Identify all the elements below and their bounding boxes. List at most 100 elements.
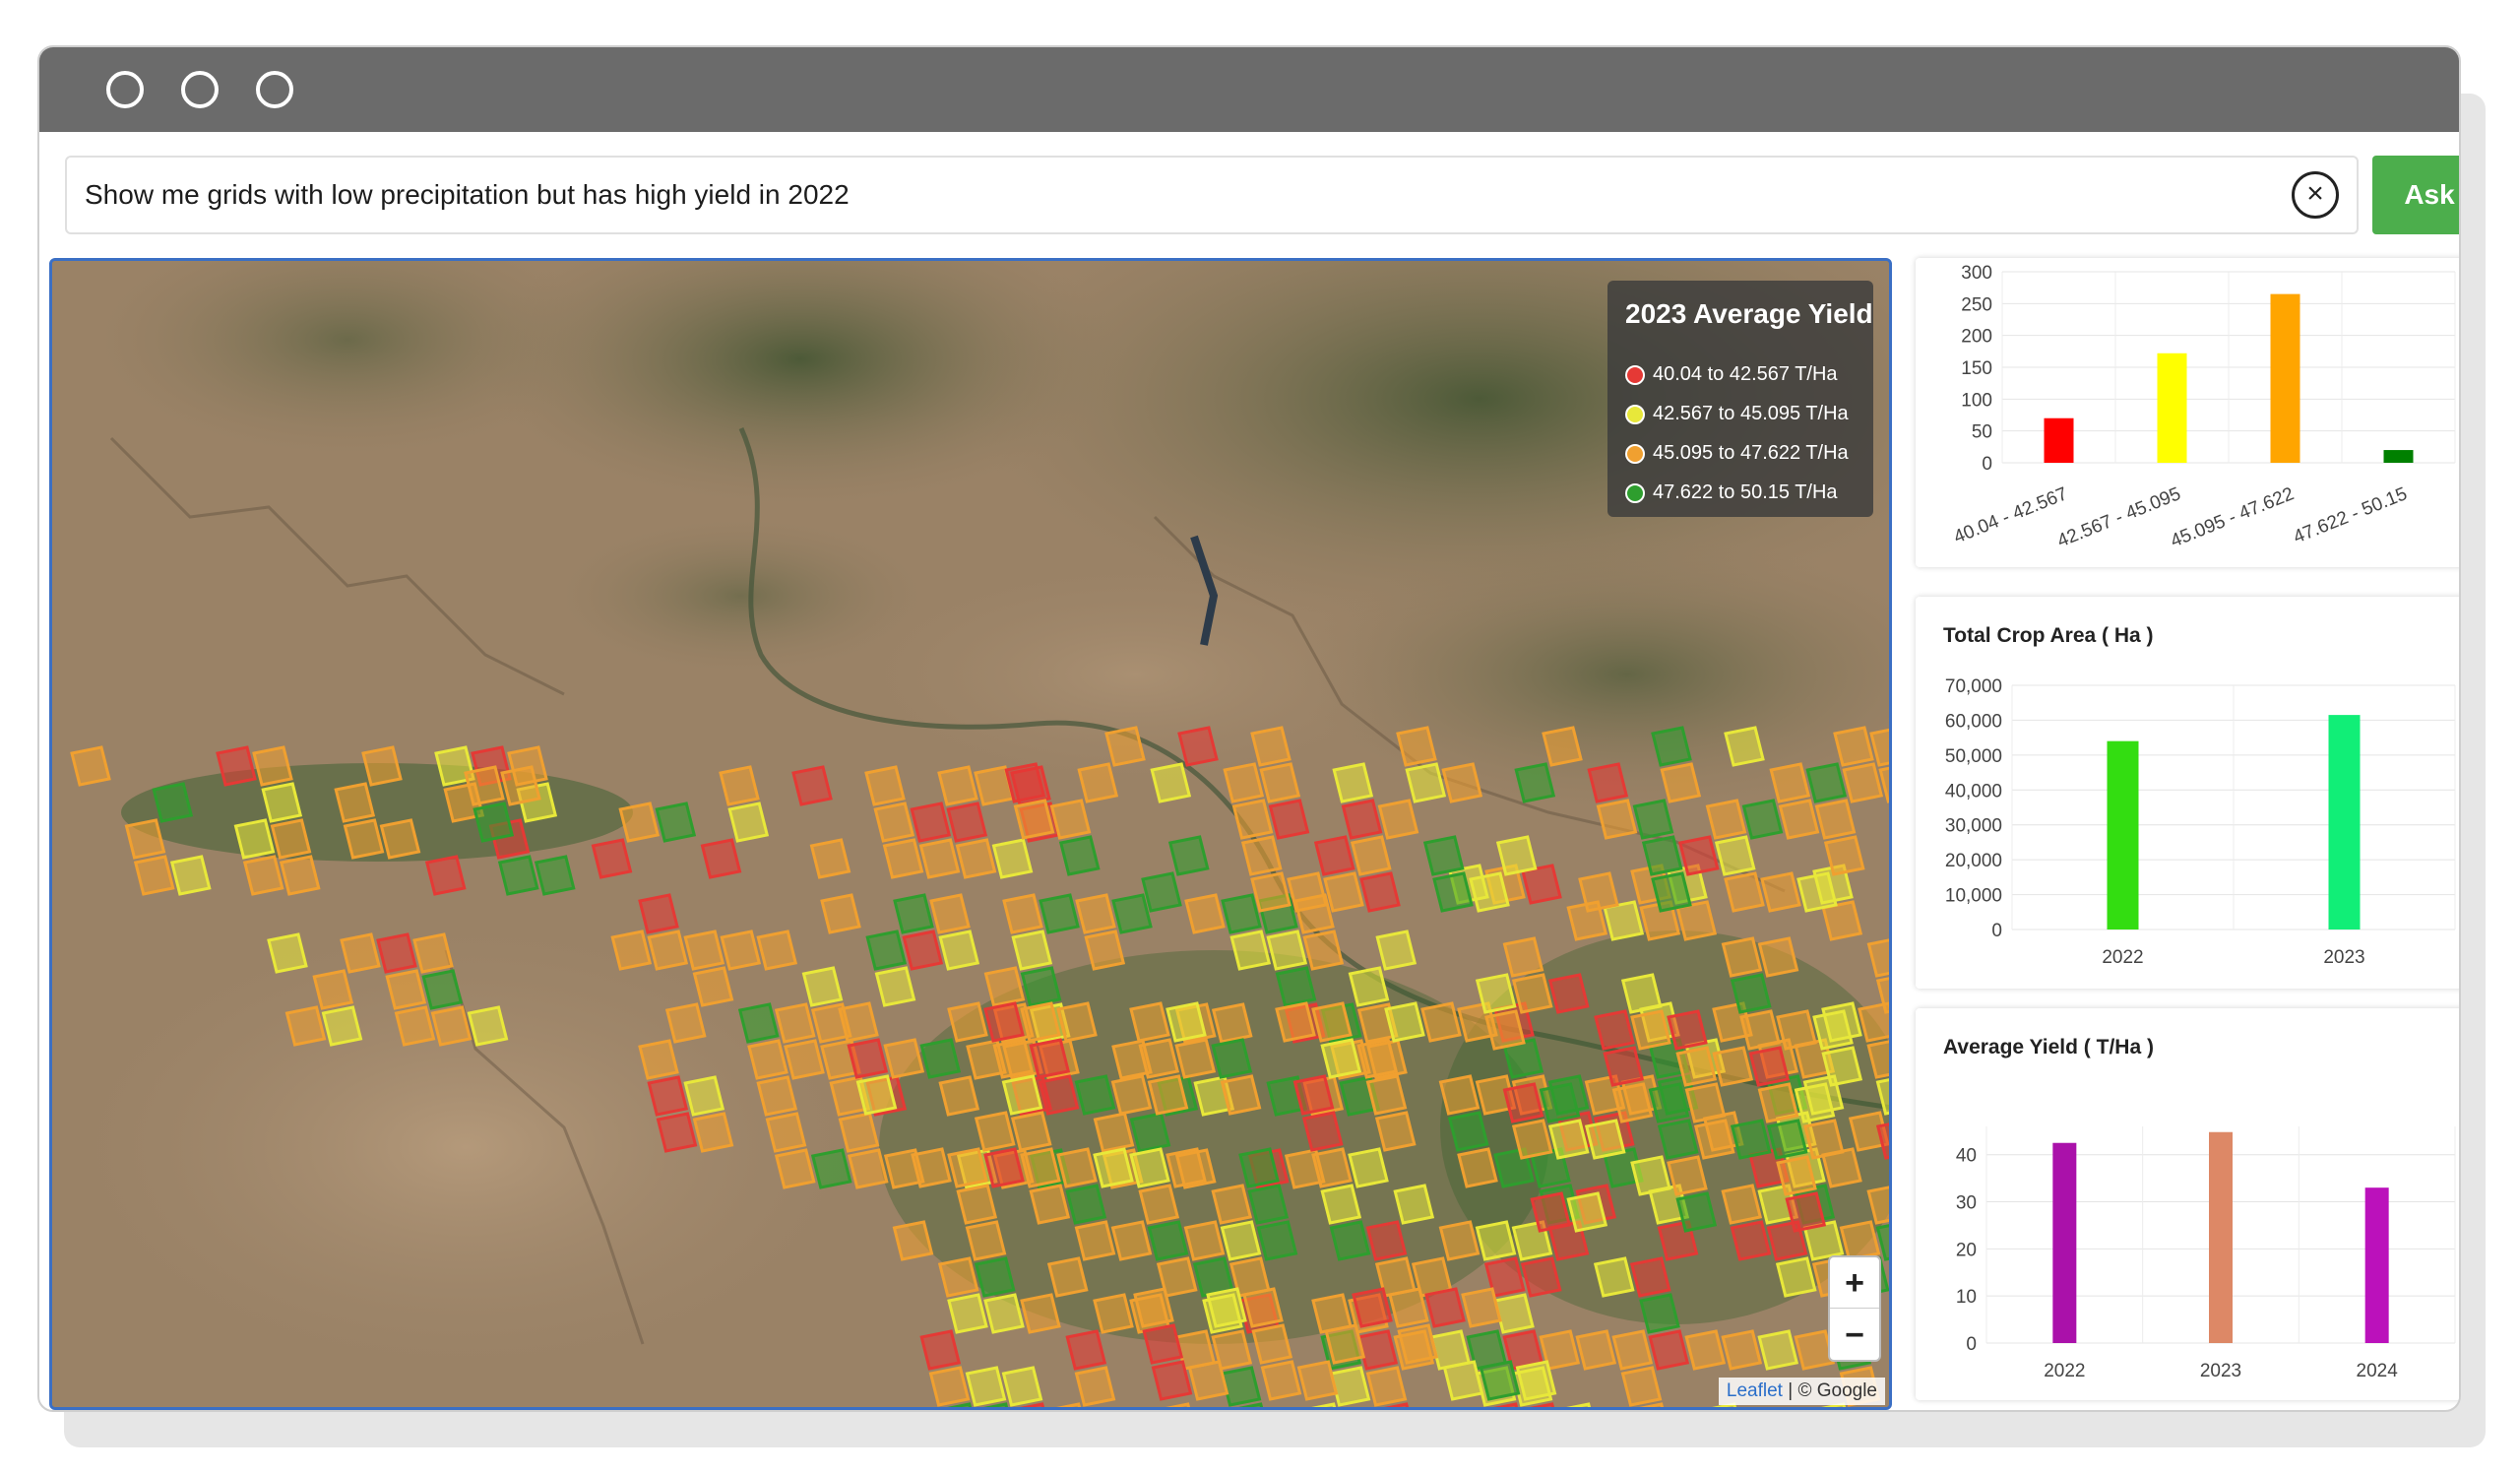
grid-cell[interactable]: [1530, 1191, 1572, 1233]
grid-cell[interactable]: [910, 802, 952, 843]
grid-cell[interactable]: [1332, 762, 1374, 803]
grid-cell[interactable]: [1639, 1293, 1680, 1334]
grid-cell[interactable]: [1365, 1366, 1408, 1407]
grid-cell[interactable]: [430, 1005, 472, 1047]
grid-cell[interactable]: [1129, 1112, 1171, 1153]
grid-cell[interactable]: [938, 1075, 980, 1117]
grid-cell[interactable]: [1539, 1082, 1581, 1123]
grid-cell[interactable]: [591, 838, 633, 879]
bar[interactable]: [2364, 1187, 2389, 1343]
grid-cell[interactable]: [1242, 1287, 1284, 1328]
grid-cell[interactable]: [720, 930, 762, 971]
grid-cell[interactable]: [1275, 1001, 1316, 1043]
grid-cell[interactable]: [991, 838, 1034, 879]
grid-cell[interactable]: [1596, 799, 1638, 840]
grid-cell[interactable]: [1110, 1220, 1153, 1261]
grid-cell[interactable]: [1275, 966, 1317, 1007]
grid-cell[interactable]: [1002, 893, 1043, 934]
grid-cell[interactable]: [1495, 835, 1538, 876]
grid-cell[interactable]: [1542, 726, 1583, 767]
grid-cell[interactable]: [1769, 762, 1811, 803]
grid-cell[interactable]: [874, 966, 916, 1007]
grid-cell[interactable]: [1611, 1329, 1654, 1371]
grid-cell[interactable]: [1520, 1256, 1562, 1298]
grid-cell[interactable]: [1730, 973, 1772, 1014]
grid-cell[interactable]: [1469, 871, 1510, 913]
grid-cell[interactable]: [1748, 1046, 1791, 1087]
grid-cell[interactable]: [467, 1005, 509, 1047]
grid-cell[interactable]: [983, 1147, 1025, 1188]
window-minimize-icon[interactable]: [181, 71, 219, 108]
grid-cell[interactable]: [1150, 762, 1192, 803]
grid-cell[interactable]: [472, 802, 515, 843]
grid-cell[interactable]: [267, 932, 308, 974]
grid-cell[interactable]: [664, 1002, 707, 1044]
grid-cell[interactable]: [1675, 1191, 1718, 1233]
grid-cell[interactable]: [1077, 762, 1119, 803]
grid-cell[interactable]: [376, 932, 417, 974]
grid-cell[interactable]: [838, 1001, 879, 1043]
grid-cell[interactable]: [647, 1075, 689, 1117]
grid-cell[interactable]: [1359, 871, 1401, 913]
grid-cell[interactable]: [647, 930, 689, 971]
grid-cell[interactable]: [312, 969, 354, 1010]
grid-cell[interactable]: [1757, 1329, 1799, 1371]
grid-cell[interactable]: [1405, 762, 1447, 803]
grid-cell[interactable]: [1502, 936, 1544, 978]
grid-cell[interactable]: [334, 782, 376, 823]
grid-cell[interactable]: [1641, 835, 1683, 876]
grid-cell[interactable]: [1138, 1184, 1180, 1225]
grid-cell[interactable]: [765, 1112, 807, 1153]
grid-cell[interactable]: [1151, 1360, 1193, 1401]
grid-cell[interactable]: [801, 966, 844, 1007]
grid-cell[interactable]: [883, 1038, 925, 1079]
grid-cell[interactable]: [424, 855, 467, 896]
grid-cell[interactable]: [1256, 1220, 1298, 1261]
grid-cell[interactable]: [1260, 1360, 1302, 1401]
grid-cell[interactable]: [855, 1074, 898, 1116]
grid-cell[interactable]: [1065, 1184, 1107, 1225]
grid-cell[interactable]: [965, 1366, 1007, 1407]
grid-cell[interactable]: [1211, 1002, 1253, 1044]
window-close-icon[interactable]: [106, 71, 144, 108]
grid-cell[interactable]: [1302, 930, 1345, 971]
grid-cell[interactable]: [810, 1148, 852, 1189]
grid-cell[interactable]: [1511, 973, 1553, 1014]
grid-cell[interactable]: [892, 1220, 934, 1261]
grid-cell[interactable]: [1648, 1082, 1690, 1123]
grid-cell[interactable]: [1833, 726, 1874, 767]
grid-cell[interactable]: [152, 782, 194, 823]
grid-cell[interactable]: [1760, 871, 1801, 913]
grid-cell[interactable]: [1620, 973, 1663, 1014]
grid-cell[interactable]: [1020, 966, 1062, 1007]
grid-cell[interactable]: [638, 1039, 679, 1080]
grid-cell[interactable]: [1438, 1220, 1480, 1261]
grid-cell[interactable]: [1268, 799, 1310, 840]
map-view[interactable]: 2023 Average Yield 40.04 to 42.567 T/Ha …: [49, 258, 1892, 1410]
grid-cell[interactable]: [882, 838, 924, 879]
grid-cell[interactable]: [1365, 1074, 1408, 1116]
grid-cell[interactable]: [1292, 1074, 1335, 1116]
grid-cell[interactable]: [937, 1256, 979, 1298]
grid-cell[interactable]: [1693, 1119, 1735, 1160]
grid-cell[interactable]: [242, 855, 284, 896]
grid-cell[interactable]: [1206, 1287, 1247, 1328]
grid-cell[interactable]: [1046, 1256, 1089, 1298]
grid-cell[interactable]: [1287, 871, 1328, 913]
grid-cell[interactable]: [1231, 799, 1274, 840]
grid-cell[interactable]: [965, 1220, 1007, 1261]
grid-cell[interactable]: [1493, 1293, 1535, 1334]
grid-cell[interactable]: [1129, 1147, 1170, 1188]
grid-cell[interactable]: [279, 855, 321, 896]
grid-cell[interactable]: [1311, 1001, 1353, 1043]
grid-cell[interactable]: [1651, 726, 1692, 767]
grid-cell[interactable]: [1667, 1009, 1708, 1051]
grid-cell[interactable]: [918, 838, 961, 879]
grid-cell[interactable]: [1587, 762, 1629, 803]
ask-button[interactable]: Ask: [2372, 156, 2459, 234]
grid-cell[interactable]: [911, 1147, 952, 1188]
grid-cell[interactable]: [1515, 1360, 1557, 1401]
grid-cell[interactable]: [1240, 835, 1283, 876]
grid-cell[interactable]: [938, 930, 980, 971]
grid-cell[interactable]: [1721, 936, 1763, 978]
